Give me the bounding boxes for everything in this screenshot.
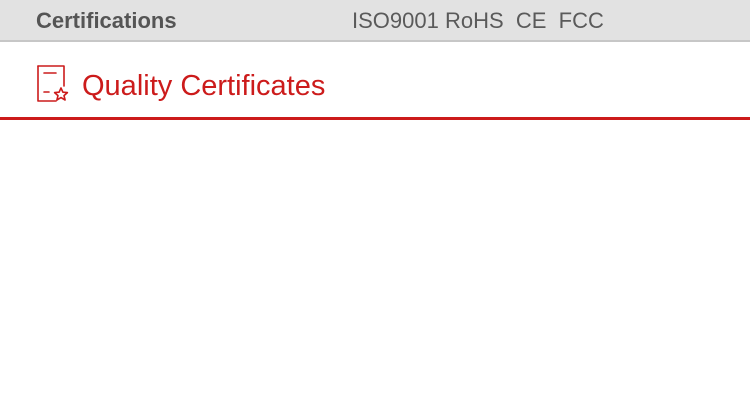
certifications-values: ISO9001 RoHS CE FCC	[352, 8, 604, 33]
certificate-icon	[34, 64, 72, 104]
page: Certifications ISO9001 RoHS CE FCC Quali…	[0, 0, 750, 400]
certifications-bar: Certifications ISO9001 RoHS CE FCC	[0, 0, 750, 42]
certifications-label: Certifications	[36, 8, 177, 33]
section-title: Quality Certificates	[82, 70, 326, 102]
section-header: Quality Certificates	[0, 42, 750, 120]
